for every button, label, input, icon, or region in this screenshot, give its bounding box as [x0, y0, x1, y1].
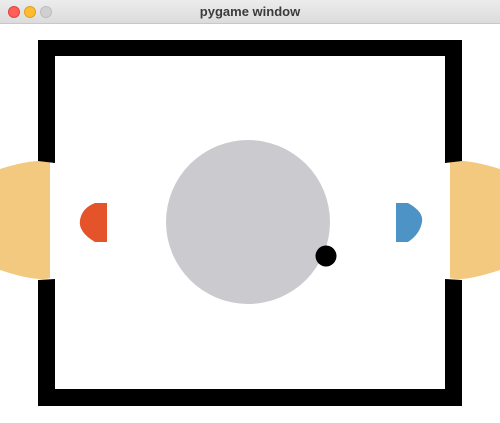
- center-circle: [166, 140, 330, 304]
- title-bar[interactable]: pygame window: [0, 0, 500, 24]
- bottom-wall: [42, 389, 460, 406]
- window-title: pygame window: [199, 4, 301, 19]
- left-upper-wall: [38, 40, 55, 157]
- left-goal-area: [0, 160, 50, 279]
- puck[interactable]: [315, 245, 337, 267]
- right-lower-wall: [445, 285, 462, 406]
- left-lower-wall: [38, 285, 55, 406]
- game-canvas[interactable]: [0, 24, 500, 423]
- top-wall: [42, 40, 460, 56]
- right-upper-wall: [445, 40, 462, 157]
- pygame-window: pygame window: [0, 0, 500, 423]
- right-goal-area: [450, 160, 500, 279]
